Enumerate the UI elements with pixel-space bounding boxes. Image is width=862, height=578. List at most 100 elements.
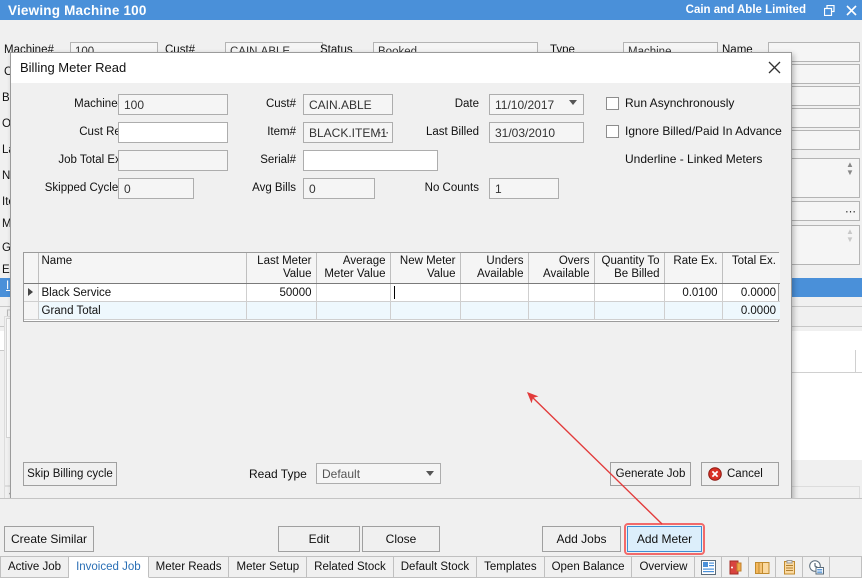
cell-grand-total-new-meter — [390, 302, 460, 320]
meter-grid[interactable]: Name Last Meter Value Average Meter Valu… — [23, 252, 779, 322]
spinner-icon-1[interactable]: ▲▼ — [842, 160, 858, 178]
table-row-grand-total: Grand Total 0.0000 — [24, 302, 780, 320]
cell-name[interactable]: Black Service — [38, 284, 246, 302]
col-header-overs-available[interactable]: Overs Available — [528, 253, 594, 284]
cell-grand-total-unders — [460, 302, 528, 320]
cell-grand-total-overs — [528, 302, 594, 320]
close-button[interactable]: Close — [362, 526, 440, 552]
cell-new-meter-value[interactable] — [390, 284, 460, 302]
meter-grid-header-row: Name Last Meter Value Average Meter Valu… — [24, 253, 780, 284]
chevron-down-icon[interactable] — [426, 471, 434, 476]
dialog-field-date[interactable]: 11/10/2017 — [489, 94, 584, 115]
bg-data-cell-edge — [855, 350, 862, 372]
tab-strip-filler — [830, 556, 862, 578]
ellipsis-icon-bg[interactable]: ⋯ — [845, 205, 857, 218]
bg-right-field-browse[interactable]: ⋯ — [790, 201, 860, 221]
cancel-button-label: Cancel — [727, 468, 763, 480]
copy-pages-icon[interactable] — [749, 556, 776, 578]
bg-right-field-4[interactable] — [790, 130, 860, 150]
tab-default-stock[interactable]: Default Stock — [394, 556, 477, 578]
bg-right-field-spin-2[interactable]: ▲▼ — [790, 225, 860, 265]
tab-open-balance[interactable]: Open Balance — [545, 556, 633, 578]
dialog-label-item-no: Item# — [171, 126, 296, 138]
dialog-checkbox-label-1: Ignore Billed/Paid In Advance — [625, 124, 782, 138]
chevron-down-icon[interactable] — [569, 100, 577, 105]
dialog-linked-meters-note: Underline - Linked Meters — [625, 152, 762, 166]
restore-window-icon[interactable] — [818, 0, 840, 20]
dialog-field-date-value: 11/10/2017 — [495, 98, 554, 112]
checkbox-box — [606, 97, 619, 110]
window-title: Viewing Machine 100 — [8, 3, 147, 18]
cell-last-meter-value[interactable]: 50000 — [246, 284, 316, 302]
cell-quantity-to-be-billed[interactable] — [594, 284, 664, 302]
dialog-checkbox-ignore-billed[interactable]: Ignore Billed/Paid In Advance — [606, 124, 782, 138]
cell-grand-total-rate — [664, 302, 722, 320]
billing-meter-read-dialog: Billing Meter Read Machine# 100 Cust Ref… — [10, 52, 792, 510]
col-header-rate-ex[interactable]: Rate Ex. — [664, 253, 722, 284]
dialog-field-item-no-value: BLACK.ITEM1 — [309, 126, 387, 140]
text-cursor-icon — [394, 286, 395, 299]
history-report-icon[interactable] — [803, 556, 830, 578]
company-name: Cain and Able Limited — [686, 4, 806, 16]
dialog-label-avg-bills: Avg Bills — [191, 182, 296, 194]
col-header-average-meter-value[interactable]: Average Meter Value — [316, 253, 390, 284]
dialog-label-no-counts: No Counts — [409, 182, 479, 194]
cell-average-meter-value[interactable] — [316, 284, 390, 302]
tab-active-job[interactable]: Active Job — [0, 556, 69, 578]
tab-strip: Active Job Invoiced Job Meter Reads Mete… — [0, 556, 862, 578]
red-folder-icon[interactable] — [722, 556, 749, 578]
dialog-field-serial-no[interactable] — [303, 150, 438, 171]
col-header-name[interactable]: Name — [38, 253, 246, 284]
document-details-icon[interactable] — [695, 556, 722, 578]
close-icon[interactable] — [763, 57, 785, 77]
add-meter-highlight-ring — [624, 523, 705, 555]
cell-unders-available[interactable] — [460, 284, 528, 302]
create-similar-button[interactable]: Create Similar — [4, 526, 94, 552]
col-header-new-meter-value[interactable]: New Meter Value — [390, 253, 460, 284]
cancel-button[interactable]: Cancel — [701, 462, 779, 486]
tab-related-stock[interactable]: Related Stock — [307, 556, 394, 578]
generate-job-button[interactable]: Generate Job — [610, 462, 691, 486]
add-jobs-button[interactable]: Add Jobs — [542, 526, 621, 552]
close-window-icon[interactable] — [840, 0, 862, 20]
row-indicator — [24, 284, 38, 302]
bg-right-field-1[interactable] — [790, 64, 860, 84]
spinner-icon-2[interactable]: ▲▼ — [842, 227, 858, 245]
clipboard-icon[interactable] — [776, 556, 803, 578]
cell-grand-total-average — [316, 302, 390, 320]
cell-grand-total-quantity — [594, 302, 664, 320]
dialog-field-last-billed[interactable]: 31/03/2010 — [489, 122, 584, 143]
read-type-value: Default — [322, 467, 360, 481]
col-header-last-meter-value[interactable]: Last Meter Value — [246, 253, 316, 284]
row-indicator-header — [24, 253, 38, 284]
row-indicator-total — [24, 302, 38, 320]
col-header-total-ex[interactable]: Total Ex. — [722, 253, 780, 284]
bg-right-field-spin-1[interactable]: ▲▼ — [790, 158, 860, 198]
col-header-quantity-to-be-billed[interactable]: Quantity To Be Billed — [594, 253, 664, 284]
tab-meter-setup[interactable]: Meter Setup — [229, 556, 307, 578]
table-row[interactable]: Black Service 50000 0.0100 0.0000 — [24, 284, 780, 302]
row-selector-icon — [28, 288, 33, 296]
tab-invoiced-job[interactable]: Invoiced Job — [69, 556, 149, 578]
app-window: Viewing Machine 100 Cain and Able Limite… — [0, 0, 862, 578]
dialog-checkbox-run-asynchronously[interactable]: Run Asynchronously — [606, 96, 734, 110]
tab-templates[interactable]: Templates — [477, 556, 544, 578]
dialog-field-avg-bills[interactable]: 0 — [303, 178, 375, 199]
bg-right-field-3[interactable] — [790, 108, 860, 128]
bg-right-field-2[interactable] — [790, 86, 860, 106]
tab-meter-reads[interactable]: Meter Reads — [149, 556, 230, 578]
col-header-unders-available[interactable]: Unders Available — [460, 253, 528, 284]
dialog-label-last-billed: Last Billed — [379, 126, 479, 138]
cell-overs-available[interactable] — [528, 284, 594, 302]
dialog-field-no-counts[interactable]: 1 — [489, 178, 559, 199]
edit-button[interactable]: Edit — [278, 526, 360, 552]
tab-overview[interactable]: Overview — [632, 556, 695, 578]
skip-billing-cycle-button[interactable]: Skip Billing cycle — [23, 462, 117, 486]
cell-total-ex[interactable]: 0.0000 — [722, 284, 780, 302]
dialog-titlebar: Billing Meter Read — [11, 53, 791, 83]
dialog-field-skipped-cycles[interactable]: 0 — [118, 178, 194, 199]
cell-rate-ex[interactable]: 0.0100 — [664, 284, 722, 302]
dialog-label-date: Date — [379, 98, 479, 110]
dialog-checkbox-label-0: Run Asynchronously — [625, 96, 734, 110]
read-type-select[interactable]: Default — [316, 463, 441, 484]
